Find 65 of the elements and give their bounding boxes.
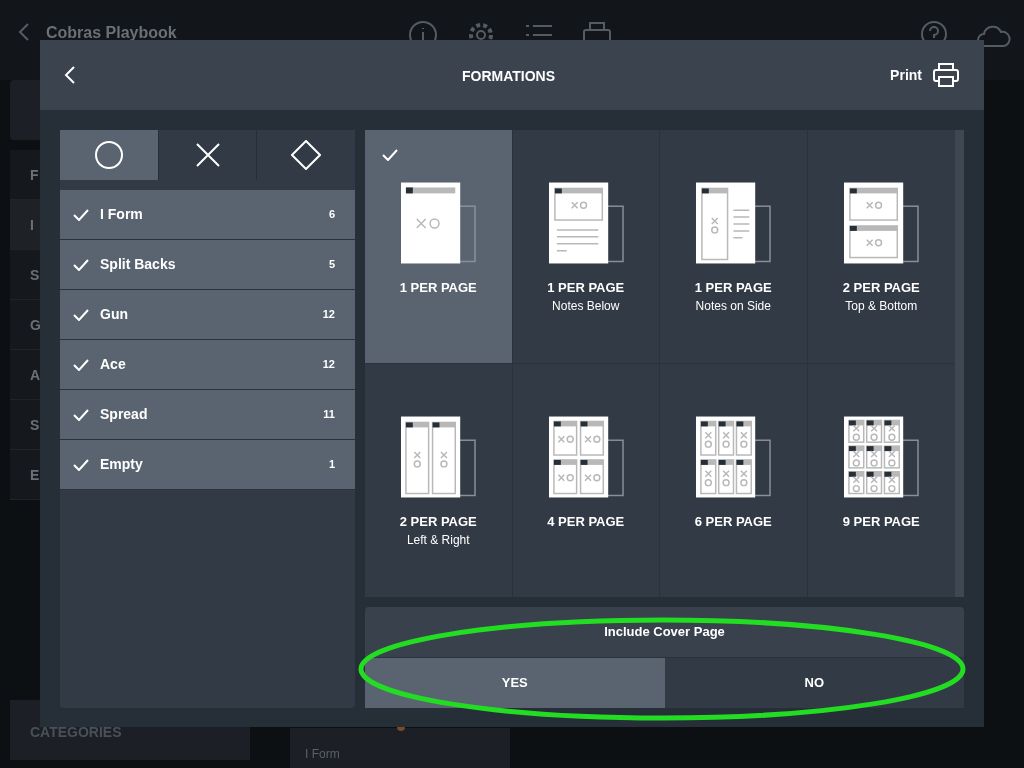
formation-name: Empty [100, 455, 144, 474]
layout-title: 6 PER PAGE [694, 512, 772, 531]
cover-page-label: Include Cover Page [604, 623, 725, 642]
formation-row[interactable]: Split Backs 5 [60, 240, 355, 290]
layout-subtitle: Notes on Side [695, 298, 771, 315]
layout-title: 1 PER PAGE [399, 279, 477, 297]
layout-subtitle: Left & Right [406, 531, 470, 549]
page-layout-icon [695, 414, 772, 499]
layout-subtitle: Notes Below [552, 298, 620, 315]
sidebar-item[interactable]: A [30, 364, 41, 385]
sidebar-item[interactable]: E [30, 464, 40, 485]
app-title: Cobras Playbook [46, 25, 177, 41]
layout-title: 1 PER PAGE [547, 279, 625, 297]
sidebar-item[interactable]: S [30, 414, 40, 435]
dialog-title: FORMATIONS [462, 67, 556, 86]
formation-row[interactable]: Spread 11 [60, 390, 355, 440]
formation-count: 5 [328, 257, 335, 273]
printer-icon [932, 62, 960, 88]
layout-title: 9 PER PAGE [842, 512, 920, 531]
diamond-icon [291, 140, 322, 170]
background-panel [10, 80, 40, 140]
formation-row[interactable]: Ace 12 [60, 340, 355, 390]
page-layout-icon [843, 414, 920, 499]
layout-title: 2 PER PAGE [842, 279, 920, 297]
formation-count: 12 [322, 357, 335, 373]
layout-tile[interactable]: 1 PER PAGE Notes on Side [660, 130, 808, 364]
layout-tile[interactable]: 1 PER PAGE [365, 130, 513, 364]
layout-title: 4 PER PAGE [547, 512, 625, 531]
page-layout-icon [547, 414, 624, 499]
page-layout-icon [400, 414, 477, 499]
sidebar-item[interactable]: G [30, 314, 41, 335]
formation-name: Ace [100, 355, 127, 374]
formation-name: Gun [100, 305, 129, 324]
scrollbar[interactable] [955, 130, 964, 597]
page-layout-icon [695, 181, 772, 265]
check-icon [382, 149, 398, 161]
layout-subtitle: Top & Bottom [845, 298, 918, 315]
layout-title: 2 PER PAGE [399, 512, 477, 531]
formation-row[interactable]: I Form 6 [60, 190, 355, 240]
layout-tile[interactable]: 1 PER PAGE Notes Below [512, 130, 660, 364]
layout-title: 1 PER PAGE [694, 279, 772, 297]
shape-tab[interactable] [158, 130, 257, 180]
formation-count: 1 [328, 457, 335, 473]
formation-count: 11 [323, 407, 335, 423]
cover-option-button[interactable]: NO [664, 657, 964, 708]
sidebar-item[interactable]: S [30, 264, 40, 285]
cloud-icon[interactable] [976, 24, 1012, 48]
sidebar-item[interactable]: I [30, 214, 34, 235]
formation-count: 6 [328, 207, 335, 223]
formation-name: Split Backs [100, 255, 177, 274]
formation-name: I Form [100, 205, 144, 224]
formation-count: 12 [322, 307, 335, 323]
cover-option-button[interactable]: YES [365, 657, 665, 708]
formation-row[interactable]: Gun 12 [60, 290, 355, 340]
formation-row[interactable]: Empty 1 [60, 440, 355, 490]
page-layout-icon [400, 181, 477, 265]
print-button[interactable]: Print [890, 62, 960, 88]
card-label: I Form [305, 746, 341, 762]
page-layout-icon [547, 181, 624, 265]
shape-tab[interactable] [60, 130, 158, 180]
formation-name: Spread [100, 405, 149, 424]
shape-tab[interactable] [257, 130, 355, 180]
page-layout-icon [843, 181, 920, 265]
circle-icon [93, 140, 124, 170]
sidebar-item[interactable]: F [30, 164, 39, 185]
